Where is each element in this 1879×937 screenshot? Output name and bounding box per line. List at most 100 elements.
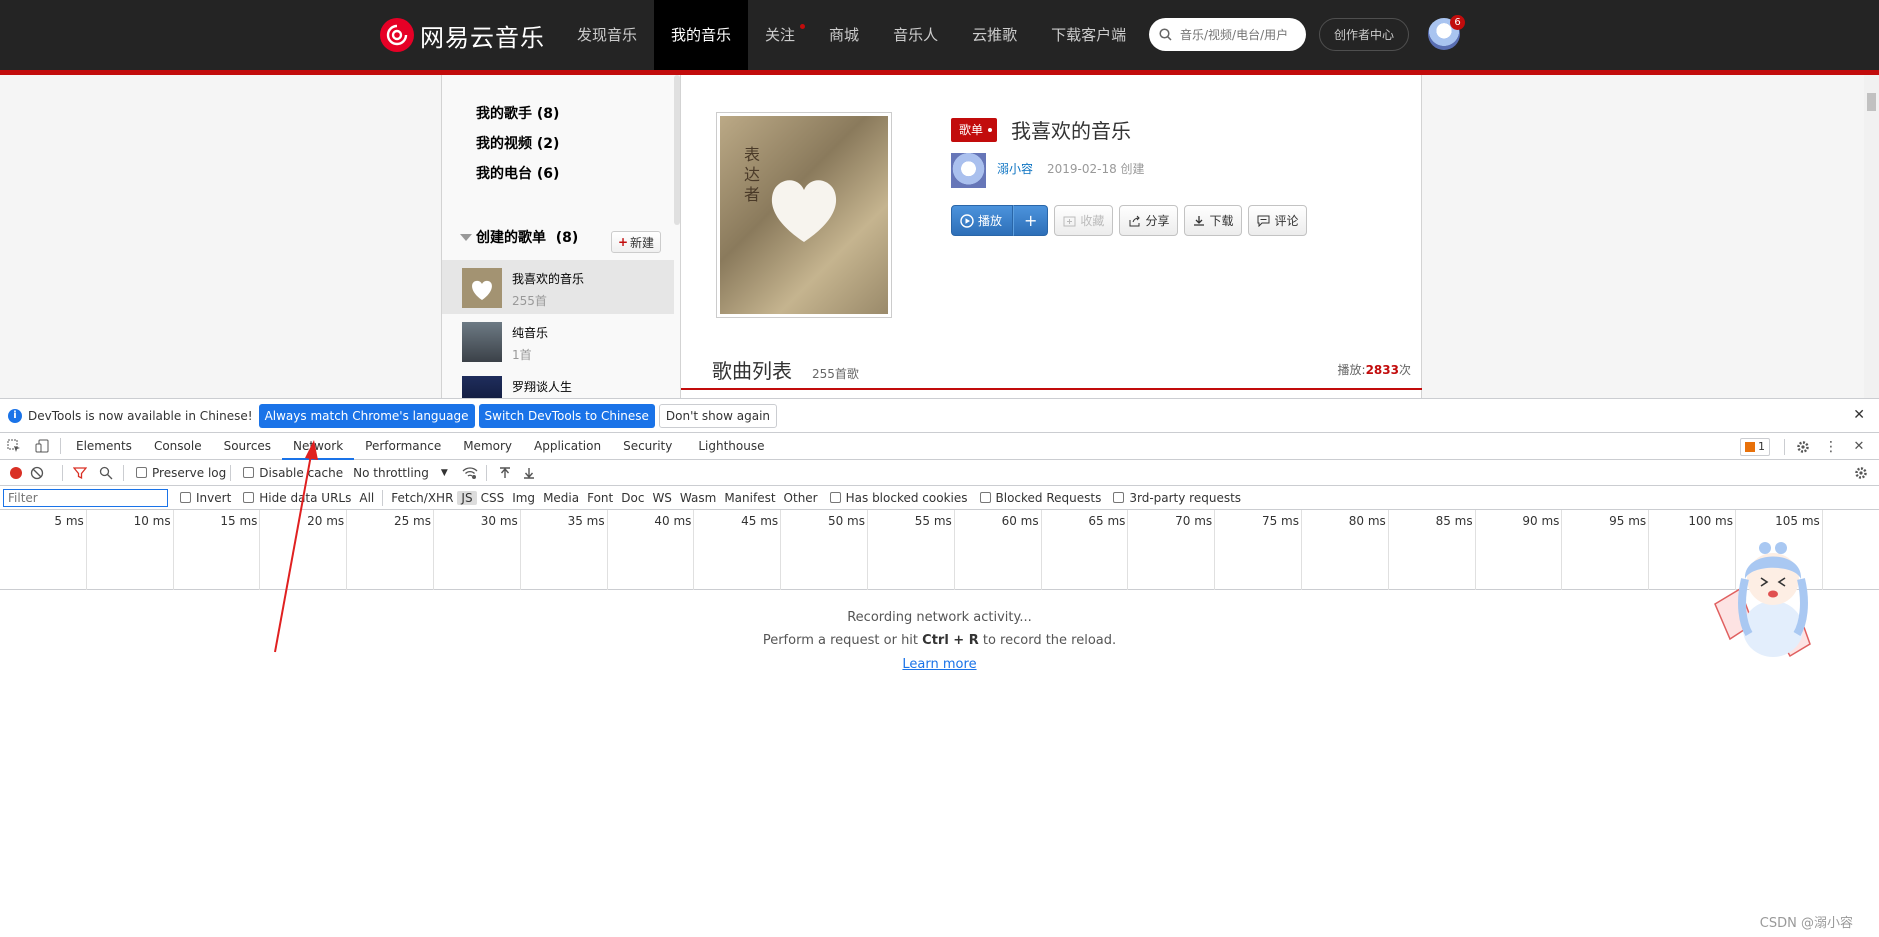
network-settings-gear-icon[interactable] xyxy=(1847,460,1875,486)
playlist-detail: 表达者 歌单 我喜欢的音乐 溺小容 2019-02-18 创建 播放 + 收藏 … xyxy=(681,75,1422,398)
type-filter-ws[interactable]: WS xyxy=(648,491,675,505)
type-filter-other[interactable]: Other xyxy=(780,491,822,505)
issue-flag-icon xyxy=(1745,441,1755,452)
divider xyxy=(485,464,487,481)
dont-show-again-button[interactable]: Don't show again xyxy=(658,403,778,428)
blocked-cookies-label: Has blocked cookies xyxy=(845,490,968,505)
play-count-unit: 次 xyxy=(1398,363,1411,377)
timeline-tick: 15 ms xyxy=(174,510,261,590)
type-filter-css[interactable]: CSS xyxy=(477,491,509,505)
preserve-log-checkbox[interactable] xyxy=(136,467,147,478)
sidebar-scrollbar[interactable] xyxy=(674,75,680,225)
download-button[interactable]: 下载 xyxy=(1184,205,1243,236)
creator-avatar[interactable] xyxy=(951,153,986,188)
search-input[interactable] xyxy=(1178,26,1298,43)
tab-sources[interactable]: Sources xyxy=(213,433,282,460)
playlist-count: 1首 xyxy=(512,348,532,362)
timeline-tick: 70 ms xyxy=(1128,510,1216,590)
search-icon xyxy=(1159,28,1172,41)
nav-cloud-promo[interactable]: 云推歌 xyxy=(955,0,1034,70)
nav-mall[interactable]: 商城 xyxy=(812,0,876,70)
divider xyxy=(62,464,63,481)
share-button[interactable]: 分享 xyxy=(1119,205,1179,236)
issues-counter[interactable]: 1 xyxy=(1740,437,1770,456)
playlist-item[interactable]: 罗翔谈人生 xyxy=(442,368,674,398)
playlist-item[interactable]: 纯音乐 1首 xyxy=(442,314,674,368)
type-filter-js[interactable]: JS xyxy=(457,490,477,505)
creator-center-button[interactable]: 创作者中心 xyxy=(1319,18,1409,51)
sidebar-my-videos[interactable]: 我的视频 (2) xyxy=(476,133,559,153)
nav-label: 音乐人 xyxy=(893,26,939,44)
record-icon[interactable] xyxy=(10,466,22,479)
blocked-cookies-checkbox[interactable] xyxy=(829,492,841,503)
third-party-checkbox[interactable] xyxy=(1113,492,1125,503)
hide-data-urls-checkbox[interactable] xyxy=(243,492,255,503)
collect-button[interactable]: 收藏 xyxy=(1054,205,1114,236)
more-options-icon[interactable]: ⋮ xyxy=(1817,433,1845,460)
playlist-item[interactable]: 我喜欢的音乐 255首 xyxy=(442,260,674,314)
match-language-button[interactable]: Always match Chrome's language xyxy=(258,403,475,428)
settings-gear-icon[interactable] xyxy=(1789,433,1817,460)
tab-lighthouse[interactable]: Lighthouse xyxy=(687,433,775,460)
nav-my-music[interactable]: 我的音乐 xyxy=(654,0,749,70)
type-filter-media[interactable]: Media xyxy=(539,491,583,505)
tab-performance[interactable]: Performance xyxy=(354,433,452,460)
type-filter-all[interactable]: All xyxy=(355,491,378,505)
clear-icon[interactable] xyxy=(30,466,44,480)
created-date: 2019-02-18 创建 xyxy=(1047,162,1145,176)
tab-memory[interactable]: Memory xyxy=(452,433,523,460)
hint-post: to record the reload. xyxy=(978,633,1117,648)
play-button[interactable]: 播放 xyxy=(951,205,1014,236)
learn-more-link[interactable]: Learn more xyxy=(902,657,976,672)
nav-musician[interactable]: 音乐人 xyxy=(876,0,955,70)
disable-cache-checkbox[interactable] xyxy=(243,467,255,478)
timeline-tick: 80 ms xyxy=(1302,510,1389,590)
type-filter-fetch-xhr[interactable]: Fetch/XHR xyxy=(387,491,457,505)
add-to-queue-button[interactable]: + xyxy=(1013,205,1049,236)
nav-download-client[interactable]: 下载客户端 xyxy=(1034,0,1143,70)
type-filter-img[interactable]: Img xyxy=(508,491,539,505)
throttling-select[interactable]: No throttling xyxy=(353,466,429,480)
tab-console[interactable]: Console xyxy=(143,433,213,460)
timeline-tick: 5 ms xyxy=(0,510,87,590)
switch-chinese-button[interactable]: Switch DevTools to Chinese xyxy=(478,403,655,428)
tab-security[interactable]: Security xyxy=(612,433,683,460)
new-playlist-button[interactable]: + 新建 xyxy=(611,231,661,253)
device-toolbar-icon[interactable] xyxy=(28,433,56,460)
network-overview-timeline[interactable]: 5 ms 10 ms 15 ms 20 ms 25 ms 30 ms 35 ms 40 ms 4… xyxy=(0,510,1879,590)
logo[interactable]: 网易云音乐 xyxy=(380,17,545,53)
sidebar-my-artists[interactable]: 我的歌手 (8) xyxy=(476,103,559,123)
type-filter-manifest[interactable]: Manifest xyxy=(720,491,779,505)
tab-network[interactable]: Network xyxy=(282,433,355,460)
filter-icon[interactable] xyxy=(73,466,87,480)
filter-input[interactable] xyxy=(3,488,168,507)
nav-discover[interactable]: 发现音乐 xyxy=(560,0,654,70)
nav-follow[interactable]: 关注 xyxy=(748,0,812,70)
scrollbar-thumb[interactable] xyxy=(1867,93,1876,111)
tab-application[interactable]: Application xyxy=(523,433,612,460)
type-filter-font[interactable]: Font xyxy=(583,491,617,505)
comment-button[interactable]: 评论 xyxy=(1248,205,1308,236)
type-filter-wasm[interactable]: Wasm xyxy=(676,491,720,505)
search-icon[interactable] xyxy=(99,466,113,480)
close-devtools-icon[interactable]: ✕ xyxy=(1845,433,1873,460)
user-avatar[interactable]: 6 xyxy=(1428,15,1465,50)
page-scrollbar[interactable] xyxy=(1864,75,1879,398)
network-conditions-icon[interactable] xyxy=(462,466,478,480)
inspect-element-icon[interactable] xyxy=(0,433,28,460)
search-box[interactable] xyxy=(1149,18,1306,51)
import-har-icon[interactable] xyxy=(499,466,511,479)
export-har-icon[interactable] xyxy=(523,467,535,479)
blocked-requests-checkbox[interactable] xyxy=(979,492,991,503)
add-label: + xyxy=(1024,211,1038,230)
created-playlists-header[interactable]: 创建的歌单 (8) xyxy=(460,227,578,247)
sidebar-my-radio[interactable]: 我的电台 (6) xyxy=(476,163,559,183)
nav-label: 发现音乐 xyxy=(577,26,638,44)
playlist-name: 纯音乐 xyxy=(512,326,549,340)
chevron-down-icon[interactable]: ▼ xyxy=(441,468,448,478)
tab-elements[interactable]: Elements xyxy=(65,433,143,460)
creator-name-link[interactable]: 溺小容 xyxy=(997,160,1033,177)
invert-checkbox[interactable] xyxy=(180,492,191,503)
type-filter-doc[interactable]: Doc xyxy=(617,491,648,505)
close-icon[interactable]: ✕ xyxy=(1853,407,1865,423)
